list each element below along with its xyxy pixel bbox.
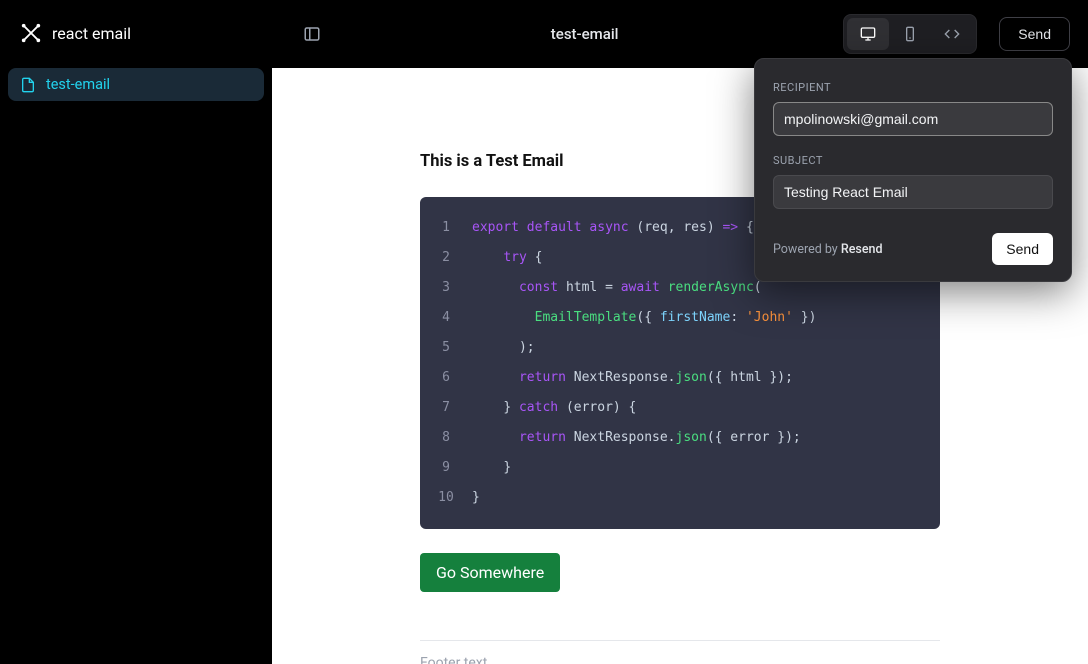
line-number: 1 xyxy=(420,213,472,243)
view-code-button[interactable] xyxy=(931,18,973,50)
code-line: 4 EmailTemplate({ firstName: 'John' }) xyxy=(420,303,940,333)
panel-footer: Powered by Resend Send xyxy=(773,233,1053,265)
code-text: const html = await renderAsync( xyxy=(472,273,762,303)
code-line: 5 ); xyxy=(420,333,940,363)
panel-left-icon xyxy=(303,25,321,43)
code-text: export default async (req, res) => { xyxy=(472,213,754,243)
code-text: } xyxy=(472,453,511,483)
smartphone-icon xyxy=(902,26,918,42)
code-text: ); xyxy=(472,333,535,363)
brand-logo-icon xyxy=(20,22,42,44)
code-text: EmailTemplate({ firstName: 'John' }) xyxy=(472,303,816,333)
line-number: 7 xyxy=(420,393,472,423)
cta-button[interactable]: Go Somewhere xyxy=(420,553,560,592)
code-line: 9 } xyxy=(420,453,940,483)
code-line: 8 return NextResponse.json({ error }); xyxy=(420,423,940,453)
code-text: return NextResponse.json({ html }); xyxy=(472,363,793,393)
powered-prefix: Powered by xyxy=(773,242,841,257)
code-text: return NextResponse.json({ error }); xyxy=(472,423,801,453)
view-desktop-button[interactable] xyxy=(847,18,889,50)
sidebar-item-label: test-email xyxy=(46,76,110,93)
code-text: } xyxy=(472,483,480,513)
view-toggle xyxy=(843,14,977,54)
send-button[interactable]: Send xyxy=(992,233,1053,265)
line-number: 9 xyxy=(420,453,472,483)
send-panel: RECIPIENT SUBJECT Powered by Resend Send xyxy=(754,58,1072,282)
file-icon xyxy=(20,77,36,93)
main: test-email xyxy=(272,0,1088,664)
code-line: 6 return NextResponse.json({ html }); xyxy=(420,363,940,393)
line-number: 4 xyxy=(420,303,472,333)
sidebar-nav: test-email xyxy=(0,66,272,103)
brand-name: react email xyxy=(52,24,131,43)
view-mobile-button[interactable] xyxy=(889,18,931,50)
code-line: 7 } catch (error) { xyxy=(420,393,940,423)
monitor-icon xyxy=(860,26,876,42)
code-text: } catch (error) { xyxy=(472,393,636,423)
line-number: 8 xyxy=(420,423,472,453)
code-icon xyxy=(944,26,960,42)
brand: react email xyxy=(0,0,272,66)
collapse-sidebar-button[interactable] xyxy=(298,20,326,48)
subject-label: SUBJECT xyxy=(773,154,1053,167)
sidebar: react email test-email xyxy=(0,0,272,664)
send-button-top[interactable]: Send xyxy=(999,17,1070,51)
recipient-label: RECIPIENT xyxy=(773,81,1053,94)
line-number: 6 xyxy=(420,363,472,393)
line-number: 5 xyxy=(420,333,472,363)
sidebar-item-test-email[interactable]: test-email xyxy=(8,68,264,101)
line-number: 10 xyxy=(420,483,472,513)
recipient-input[interactable] xyxy=(773,102,1053,136)
powered-brand: Resend xyxy=(841,242,883,257)
code-line: 10} xyxy=(420,483,940,513)
code-text: try { xyxy=(472,243,542,273)
subject-input[interactable] xyxy=(773,175,1053,209)
footer-text: Footer text... xyxy=(420,640,940,664)
line-number: 2 xyxy=(420,243,472,273)
powered-by: Powered by Resend xyxy=(773,242,883,257)
line-number: 3 xyxy=(420,273,472,303)
page-title: test-email xyxy=(338,25,831,43)
